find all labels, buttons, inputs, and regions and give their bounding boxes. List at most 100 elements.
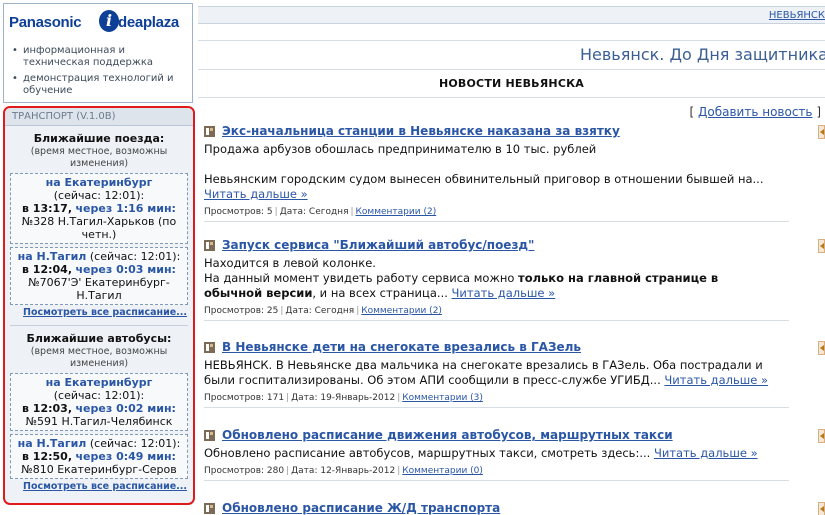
time-until: через 0:49 мин:: [75, 450, 176, 463]
time-until: через 0:03 мин:: [75, 263, 176, 276]
news-title-link[interactable]: Обновлено расписание движения автобусов,…: [204, 427, 825, 443]
time-until: через 0:02 мин:: [75, 402, 176, 415]
news-title-text: Экс-начальница станции в Невьянске наказ…: [222, 124, 620, 138]
news-title-text: Обновлено расписание Ж/Д транспорта: [222, 501, 501, 515]
views-count: 25: [266, 306, 279, 316]
date-value: 19-Январь-2012: [320, 393, 396, 403]
news-meta: Просмотров: 171 | Дата: 19-Январь-2012 | Ком…: [204, 393, 789, 408]
transport-widget: ТРАНСПОРТ (V.1.0B) Ближайшие поезда: (вр…: [3, 106, 195, 505]
comments-link[interactable]: Комментарии (3): [402, 393, 483, 403]
news-icon: [204, 126, 215, 137]
date-label: Дата:: [285, 306, 312, 316]
trains-schedule-link[interactable]: Посмотреть все расписание...: [5, 307, 187, 318]
bus-route: №591 Н.Тагил-Челябинск: [25, 415, 173, 428]
bus-card: на Екатеринбург (сейчас: 12:01): в 12:03…: [10, 373, 188, 431]
date-value: 12-Январь-2012: [320, 466, 396, 476]
news-line: [204, 157, 779, 172]
news-title-link[interactable]: Обновлено расписание Ж/Д транспорта: [204, 500, 825, 515]
current-time: (сейчас: 12:01):: [53, 189, 145, 202]
departure-time: в 12:04,: [22, 263, 72, 276]
news-meta: Просмотров: 5 | Дата: Сегодня | Комментарии …: [204, 207, 789, 222]
collapse-arrow-icon[interactable]: [818, 125, 825, 139]
news-body: Обновлено расписание автобусов, маршрутн…: [204, 446, 825, 461]
train-route: №7067'Э' Екатеринбург-Н.Тагил: [28, 276, 170, 302]
news-meta: Просмотров: 25 | Дата: Сегодня | Комментарии…: [204, 306, 789, 321]
date-value: Сегодня: [314, 306, 355, 316]
add-news: [ Добавить новость ]: [689, 105, 821, 119]
views-label: Просмотров:: [204, 393, 265, 403]
comments-link[interactable]: Комментарии (0): [402, 466, 483, 476]
divider: [10, 325, 188, 326]
buses-schedule-link[interactable]: Посмотреть все расписание...: [5, 481, 187, 492]
news-line: Находится в левой колонке.: [204, 256, 376, 270]
read-more-link[interactable]: Читать дальше »: [204, 187, 308, 201]
logo-brand-text: Panasonic: [9, 14, 82, 31]
bus-route: №810 Екатеринбург-Серов: [21, 463, 177, 476]
add-news-link[interactable]: Добавить новость: [698, 105, 812, 119]
date-label: Дата:: [279, 207, 307, 217]
time-until: через 1:16 мин:: [75, 202, 176, 215]
news-body: НЕВЬЯНСК. В Невьянске два мальчика на сн…: [204, 358, 825, 388]
collapse-arrow-icon[interactable]: [818, 429, 825, 443]
train-direction-link[interactable]: на Н.Тагил: [18, 250, 87, 263]
news-text: На данный момент увидеть работу сервиса …: [204, 271, 519, 285]
news-item: Запуск сервиса "Ближайший автобус/поезд"…: [204, 237, 825, 321]
news-meta: Просмотров: 280 | Дата: 12-Январь-2012 | Ком…: [204, 466, 789, 481]
trains-title: Ближайшие поезда:: [33, 132, 165, 145]
news-title-link[interactable]: В Невьянске дети на снегокате врезались …: [204, 339, 825, 355]
news-text: Невьянским городским судом вынесен обвин…: [204, 172, 764, 186]
read-more-link[interactable]: Читать дальше »: [654, 446, 758, 460]
bracket-close: ]: [816, 105, 821, 119]
bus-direction-link[interactable]: на Екатеринбург: [46, 376, 153, 389]
promo-item: информационная и техническая поддержка: [12, 45, 192, 69]
news-body: Продажа арбузов обошлась предпринимателю…: [204, 142, 825, 202]
train-direction-link[interactable]: на Екатеринбург: [46, 176, 153, 189]
bracket-open: [: [689, 105, 695, 119]
news-icon: [204, 503, 215, 514]
main-content: НЕВЬЯНСК Невьянск. До Дня защитника НОВО…: [198, 0, 825, 515]
promo-item: демонстрация технологий и обучение: [12, 73, 192, 97]
date-label: Дата:: [291, 393, 318, 403]
ideaplaza-logo[interactable]: Panasonic i deaplaza: [9, 10, 189, 34]
news-body: Находится в левой колонке. На данный мом…: [204, 256, 825, 301]
bus-direction-link[interactable]: на Н.Тагил: [18, 437, 87, 450]
comments-link[interactable]: Комментарии (2): [356, 207, 437, 217]
departure-time: в 12:03,: [22, 402, 72, 415]
logo-i-icon: i: [99, 10, 119, 32]
buses-title: Ближайшие автобусы:: [26, 332, 172, 345]
news-item: Экс-начальница станции в Невьянске наказ…: [204, 123, 825, 222]
promo-list: информационная и техническая поддержка д…: [12, 45, 192, 101]
news-title-link[interactable]: Запуск сервиса "Ближайший автобус/поезд": [204, 237, 825, 253]
train-card: на Екатеринбург (сейчас: 12:01): в 13:17…: [10, 173, 188, 244]
departure-time: в 13:17,: [22, 202, 72, 215]
news-item: В Невьянске дети на снегокате врезались …: [204, 339, 825, 408]
news-line: На данный момент увидеть работу сервиса …: [204, 271, 779, 301]
bus-card: на Н.Тагил (сейчас: 12:01): в 12:50, чер…: [10, 434, 188, 479]
section-title: НОВОСТИ НЕВЬЯНСКА: [198, 70, 825, 98]
panasonic-ideaplaza-banner[interactable]: Panasonic i deaplaza информационная и те…: [3, 3, 193, 103]
date-label: Дата:: [291, 466, 318, 476]
read-more-link[interactable]: Читать дальше »: [664, 373, 768, 387]
buses-note: (время местное, возможны изменения): [30, 346, 168, 369]
logo-product-text: deaplaza: [118, 14, 179, 31]
news-title-text: В Невьянске дети на снегокате врезались …: [222, 340, 581, 354]
departure-time: в 12:50,: [22, 450, 72, 463]
page-title: Невьянск. До Дня защитника: [580, 45, 825, 64]
news-line: Невьянским городским судом вынесен обвин…: [204, 172, 779, 202]
news-title-link[interactable]: Экс-начальница станции в Невьянске наказ…: [204, 123, 825, 139]
breadcrumb-link[interactable]: НЕВЬЯНСК: [769, 10, 825, 21]
read-more-link[interactable]: Читать дальше »: [452, 286, 556, 300]
views-count: 280: [266, 466, 285, 476]
collapse-arrow-icon[interactable]: [818, 239, 825, 253]
news-icon: [204, 342, 215, 353]
current-time: (сейчас: 12:01):: [53, 389, 145, 402]
collapse-arrow-icon[interactable]: [818, 341, 825, 355]
views-label: Просмотров:: [204, 466, 265, 476]
date-value: Сегодня: [308, 207, 349, 217]
views-count: 5: [266, 207, 273, 217]
top-bar: НЕВЬЯНСК: [198, 6, 825, 24]
comments-link[interactable]: Комментарии (2): [361, 306, 442, 316]
views-label: Просмотров:: [204, 306, 265, 316]
views-label: Просмотров:: [204, 207, 265, 217]
collapse-arrow-icon[interactable]: [818, 502, 825, 515]
